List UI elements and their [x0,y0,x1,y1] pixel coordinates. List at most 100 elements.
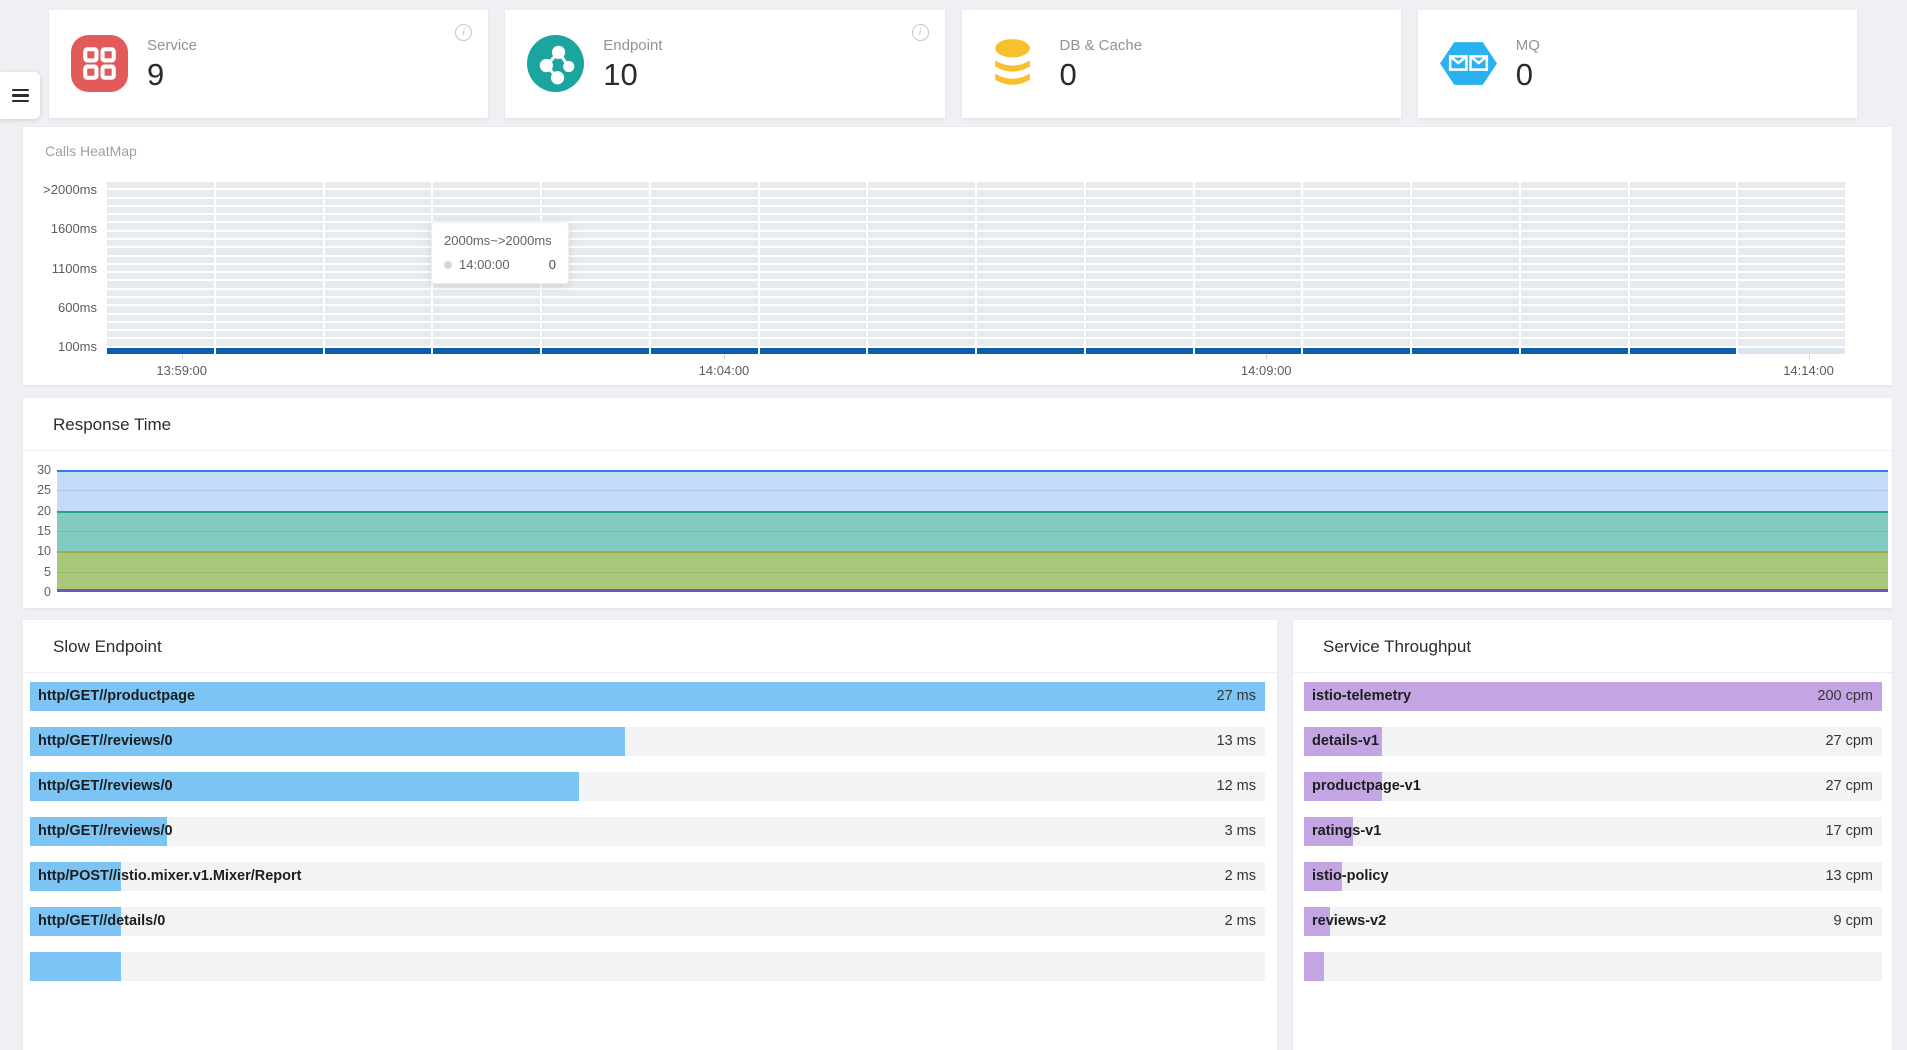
heatmap-cell[interactable] [868,199,975,205]
heatmap-cell[interactable] [651,281,758,287]
heatmap-cell[interactable] [1303,348,1410,354]
heatmap-cell[interactable] [325,248,432,254]
heatmap-cell[interactable] [1195,240,1302,246]
heatmap-cell[interactable] [1630,240,1737,246]
heatmap-cell[interactable] [868,182,975,188]
heatmap-cell[interactable] [216,248,323,254]
slow-endpoint-row[interactable]: http/POST//istio.mixer.v1.Mixer/Report 2… [30,862,1265,891]
heatmap-cell[interactable] [542,323,649,329]
heatmap-cell[interactable] [1412,199,1519,205]
heatmap-cell[interactable] [1521,281,1628,287]
heatmap-cell[interactable] [1086,182,1193,188]
heatmap-cell[interactable] [651,248,758,254]
heatmap-cell[interactable] [1303,215,1410,221]
heatmap-cell[interactable] [216,339,323,345]
heatmap-cell[interactable] [651,339,758,345]
heatmap-cell[interactable] [325,199,432,205]
heatmap-cell[interactable] [325,265,432,271]
heatmap-cell[interactable] [868,281,975,287]
heatmap-cell[interactable] [1303,190,1410,196]
heatmap-cell[interactable] [1086,190,1193,196]
heatmap-cell[interactable] [868,248,975,254]
heatmap-cell[interactable] [977,240,1084,246]
heatmap-cell[interactable] [977,257,1084,263]
heatmap-cell[interactable] [107,273,214,279]
heatmap-cell[interactable] [216,331,323,337]
heatmap-cell[interactable] [433,348,540,354]
heatmap-cell[interactable] [1630,331,1737,337]
heatmap-cell[interactable] [977,315,1084,321]
service-throughput-row[interactable]: productpage-v1 27 cpm [1304,772,1882,801]
heatmap-cell[interactable] [760,281,867,287]
heatmap-cell[interactable] [977,298,1084,304]
heatmap-cell[interactable] [216,223,323,229]
heatmap-cell[interactable] [1195,248,1302,254]
heatmap-cell[interactable] [1412,331,1519,337]
heatmap-cell[interactable] [760,323,867,329]
heatmap-cell[interactable] [1303,232,1410,238]
heatmap-cell[interactable] [651,273,758,279]
heatmap-cell[interactable] [216,290,323,296]
heatmap-cell[interactable] [1630,207,1737,213]
heatmap-cell[interactable] [107,331,214,337]
heatmap-cell[interactable] [1195,306,1302,312]
heatmap-cell[interactable] [1086,315,1193,321]
heatmap-cell[interactable] [1195,315,1302,321]
heatmap-cell[interactable] [1521,248,1628,254]
info-icon[interactable] [912,24,929,41]
service-throughput-row[interactable]: ratings-v1 17 cpm [1304,817,1882,846]
heatmap-cell[interactable] [1630,339,1737,345]
heatmap-cell[interactable] [1412,348,1519,354]
heatmap-cell[interactable] [1412,223,1519,229]
heatmap-cell[interactable] [1630,190,1737,196]
heatmap-cell[interactable] [1086,232,1193,238]
heatmap-cell[interactable] [1738,182,1845,188]
heatmap-cell[interactable] [325,339,432,345]
heatmap-cell[interactable] [1521,207,1628,213]
heatmap-cell[interactable] [542,182,649,188]
heatmap-cell[interactable] [1738,273,1845,279]
heatmap-cell[interactable] [1738,298,1845,304]
heatmap-cell[interactable] [1086,331,1193,337]
heatmap-cell[interactable] [1412,265,1519,271]
heatmap-cell[interactable] [1738,331,1845,337]
heatmap-cell[interactable] [1086,257,1193,263]
heatmap-cell[interactable] [651,199,758,205]
heatmap-cell[interactable] [542,306,649,312]
heatmap-cell[interactable] [1303,199,1410,205]
heatmap-cell[interactable] [542,298,649,304]
heatmap-cell[interactable] [977,323,1084,329]
heatmap-cell[interactable] [1521,298,1628,304]
heatmap-cell[interactable] [651,306,758,312]
heatmap-cell[interactable] [1630,323,1737,329]
heatmap-cell[interactable] [325,331,432,337]
heatmap-cell[interactable] [1195,290,1302,296]
heatmap-cell[interactable] [1738,199,1845,205]
heatmap-cell[interactable] [1738,257,1845,263]
heatmap-cell[interactable] [977,306,1084,312]
heatmap-cell[interactable] [107,215,214,221]
heatmap-cell[interactable] [1521,315,1628,321]
heatmap-cell[interactable] [107,182,214,188]
heatmap-cell[interactable] [107,281,214,287]
heatmap-cell[interactable] [1630,273,1737,279]
heatmap-cell[interactable] [1303,248,1410,254]
heatmap-cell[interactable] [1412,315,1519,321]
heatmap-cell[interactable] [1738,290,1845,296]
heatmap-cell[interactable] [216,257,323,263]
heatmap-cell[interactable] [868,298,975,304]
heatmap-cell[interactable] [1738,315,1845,321]
heatmap-cell[interactable] [651,290,758,296]
heatmap-cell[interactable] [868,257,975,263]
heatmap-cell[interactable] [1738,240,1845,246]
heatmap-cell[interactable] [1195,232,1302,238]
heatmap-cell[interactable] [325,298,432,304]
heatmap-cell[interactable] [433,215,540,221]
heatmap-cell[interactable] [542,331,649,337]
sidebar-toggle-button[interactable] [0,72,40,119]
heatmap-cell[interactable] [651,223,758,229]
heatmap-cell[interactable] [977,265,1084,271]
heatmap-cell[interactable] [1086,199,1193,205]
heatmap-cell[interactable] [1086,323,1193,329]
heatmap-cell[interactable] [433,207,540,213]
